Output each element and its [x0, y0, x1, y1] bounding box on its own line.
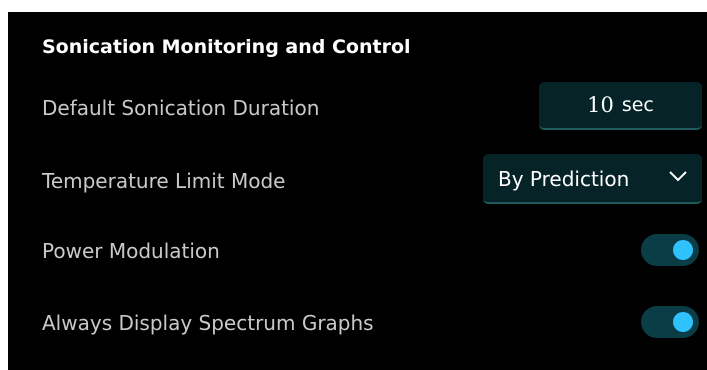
power-modulation-toggle[interactable] [641, 234, 699, 266]
spectrum-graphs-label: Always Display Spectrum Graphs [42, 311, 374, 335]
duration-value: 10 [587, 93, 614, 117]
toggle-knob [673, 240, 693, 260]
sonication-settings-panel: Sonication Monitoring and Control Defaul… [8, 12, 707, 370]
default-duration-input[interactable]: 10 sec [539, 82, 702, 130]
temperature-limit-mode-label: Temperature Limit Mode [42, 169, 286, 193]
chevron-down-icon [669, 171, 687, 182]
toggle-knob [673, 312, 693, 332]
section-title: Sonication Monitoring and Control [42, 36, 411, 58]
temperature-limit-mode-value: By Prediction [498, 167, 630, 191]
power-modulation-label: Power Modulation [42, 239, 220, 263]
default-duration-label: Default Sonication Duration [42, 96, 320, 120]
spectrum-graphs-toggle[interactable] [641, 306, 699, 338]
duration-unit: sec [621, 94, 654, 116]
temperature-limit-mode-dropdown[interactable]: By Prediction [483, 154, 702, 204]
